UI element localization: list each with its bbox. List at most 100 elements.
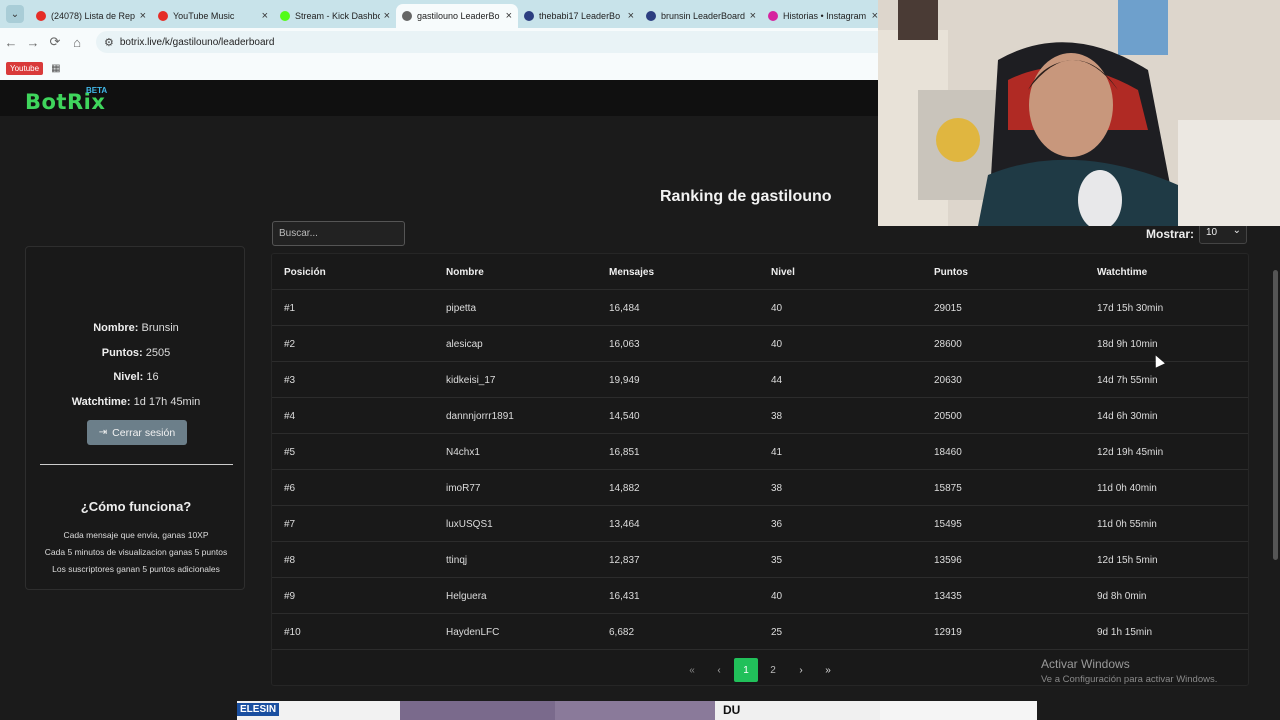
cell-position: #6 — [284, 483, 296, 494]
cell-messages: 16,431 — [609, 591, 640, 602]
bookmark-youtube[interactable]: Youtube — [6, 61, 44, 75]
cell-level: 25 — [771, 627, 783, 638]
table-row[interactable]: #10 HaydenLFC 6,682 25 12919 9d 1h 15min — [272, 614, 1248, 650]
table-row[interactable]: #2 alesicap 16,063 40 28600 18d 9h 10min — [272, 326, 1248, 362]
site-info-icon[interactable]: ⚙ — [104, 36, 114, 49]
cell-points: 15875 — [934, 483, 962, 494]
tab-favicon-icon — [36, 11, 46, 21]
cell-points: 20500 — [934, 411, 962, 422]
tab-favicon-icon — [768, 11, 778, 21]
tab-search-button[interactable]: ⌄ — [6, 5, 24, 23]
profile-level: Nivel: 16 — [26, 371, 246, 383]
header-name[interactable]: Nombre — [446, 267, 484, 278]
profile-watchtime: Watchtime: 1d 17h 45min — [26, 396, 246, 408]
cell-messages: 16,851 — [609, 447, 640, 458]
thumbnail[interactable]: ELESIN — [237, 701, 400, 720]
profile-watch-value: 1d 17h 45min — [133, 396, 201, 408]
cell-level: 40 — [771, 303, 783, 314]
close-tab-icon[interactable]: × — [262, 10, 268, 22]
table-row[interactable]: #9 Helguera 16,431 40 13435 9d 8h 0min — [272, 578, 1248, 614]
table-row[interactable]: #5 N4chx1 16,851 41 18460 12d 19h 45min — [272, 434, 1248, 470]
close-tab-icon[interactable]: × — [750, 10, 756, 22]
back-icon[interactable]: ← — [0, 35, 22, 50]
thumbnail-label: DU — [723, 703, 741, 717]
page-2-button[interactable]: 2 — [761, 658, 785, 682]
header-messages[interactable]: Mensajes — [609, 267, 654, 278]
beta-badge: BETA — [86, 86, 108, 95]
cell-watchtime: 14d 7h 55min — [1097, 375, 1158, 386]
browser-tab[interactable]: brunsin LeaderBoard × — [640, 4, 762, 28]
profile-level-label: Nivel: — [113, 371, 144, 383]
cell-level: 36 — [771, 519, 783, 530]
cell-level: 35 — [771, 555, 783, 566]
thumbnail[interactable] — [880, 701, 1037, 720]
cell-points: 13596 — [934, 555, 962, 566]
tab-favicon-icon — [280, 11, 290, 21]
apps-grid-icon[interactable]: ▦ — [51, 63, 60, 74]
cell-points: 28600 — [934, 339, 962, 350]
header-points[interactable]: Puntos — [934, 267, 968, 278]
reload-icon[interactable]: ⟳ — [44, 34, 66, 50]
header-position[interactable]: Posición — [284, 267, 326, 278]
cell-name: N4chx1 — [446, 447, 480, 458]
table-row[interactable]: #3 kidkeisi_17 19,949 44 20630 14d 7h 55min — [272, 362, 1248, 398]
close-tab-icon[interactable]: × — [628, 10, 634, 22]
url-text: botrix.live/k/gastilouno/leaderboard — [119, 36, 275, 48]
forward-icon[interactable]: → — [22, 35, 44, 50]
browser-tab[interactable]: Historias • Instagram × — [762, 4, 884, 28]
last-page-button[interactable]: » — [816, 658, 840, 682]
cell-name: pipetta — [446, 303, 477, 314]
browser-tab[interactable]: thebabi17 LeaderBo × — [518, 4, 640, 28]
browser-tab[interactable]: gastilouno LeaderBo × — [396, 4, 518, 28]
search-input[interactable] — [272, 221, 405, 246]
cell-position: #7 — [284, 519, 296, 530]
divider — [40, 464, 233, 465]
thumbnail[interactable] — [400, 701, 555, 720]
table-row[interactable]: #4 dannnjorrr1891 14,540 38 20500 14d 6h 30mi… — [272, 398, 1248, 434]
page-scrollbar[interactable] — [1271, 226, 1280, 720]
close-tab-icon[interactable]: × — [506, 10, 512, 22]
prev-page-button[interactable]: ‹ — [707, 658, 731, 682]
table-row[interactable]: #1 pipetta 16,484 40 29015 17d 15h 30min — [272, 290, 1248, 326]
thumbnail[interactable] — [555, 701, 715, 720]
tab-list: (24078) Lista de Rep × YouTube Music × Strea… — [30, 0, 884, 28]
page-title: Ranking de gastilouno — [660, 188, 832, 205]
how-line: Cada 5 minutos de visualizacion ganas 5 … — [44, 547, 228, 557]
browser-tab[interactable]: Stream - Kick Dashbo × — [274, 4, 396, 28]
cell-position: #1 — [284, 303, 296, 314]
table-row[interactable]: #6 imoR77 14,882 38 15875 11d 0h 40min — [272, 470, 1248, 506]
cell-level: 38 — [771, 483, 783, 494]
close-tab-icon[interactable]: × — [384, 10, 390, 22]
browser-tab[interactable]: YouTube Music × — [152, 4, 274, 28]
logout-button[interactable]: ⇥ Cerrar sesión — [87, 420, 187, 445]
close-tab-icon[interactable]: × — [140, 10, 146, 22]
how-it-works-title: ¿Cómo funciona? — [80, 499, 192, 514]
home-icon[interactable]: ⌂ — [66, 35, 88, 50]
header-watchtime[interactable]: Watchtime — [1097, 267, 1147, 278]
cell-watchtime: 9d 8h 0min — [1097, 591, 1147, 602]
table-row[interactable]: #8 ttinqj 12,837 35 13596 12d 15h 5min — [272, 542, 1248, 578]
profile-card: Nombre: Brunsin Puntos: 2505 Nivel: 16 W… — [25, 246, 245, 590]
profile-level-value: 16 — [146, 371, 159, 383]
tab-favicon-icon — [524, 11, 534, 21]
cell-name: ttinqj — [446, 555, 468, 566]
cell-position: #8 — [284, 555, 296, 566]
cell-messages: 12,837 — [609, 555, 640, 566]
bottom-thumbnail-strip: ELESIN DU — [237, 701, 1037, 720]
header-level[interactable]: Nivel — [771, 267, 795, 278]
cell-messages: 19,949 — [609, 375, 640, 386]
first-page-button[interactable]: « — [680, 658, 704, 682]
cell-position: #3 — [284, 375, 296, 386]
next-page-button[interactable]: › — [789, 658, 813, 682]
scrollbar-thumb[interactable] — [1273, 270, 1278, 560]
cell-name: HaydenLFC — [446, 627, 500, 638]
table-row[interactable]: #7 luxUSQS1 13,464 36 15495 11d 0h 55min — [272, 506, 1248, 542]
cell-name: luxUSQS1 — [446, 519, 493, 530]
cell-level: 38 — [771, 411, 783, 422]
cell-messages: 14,540 — [609, 411, 640, 422]
cell-points: 13435 — [934, 591, 962, 602]
webcam-feed-image — [878, 0, 1280, 226]
browser-tab[interactable]: (24078) Lista de Rep × — [30, 4, 152, 28]
thumbnail[interactable]: DU — [715, 701, 880, 720]
page-1-button[interactable]: 1 — [734, 658, 758, 682]
